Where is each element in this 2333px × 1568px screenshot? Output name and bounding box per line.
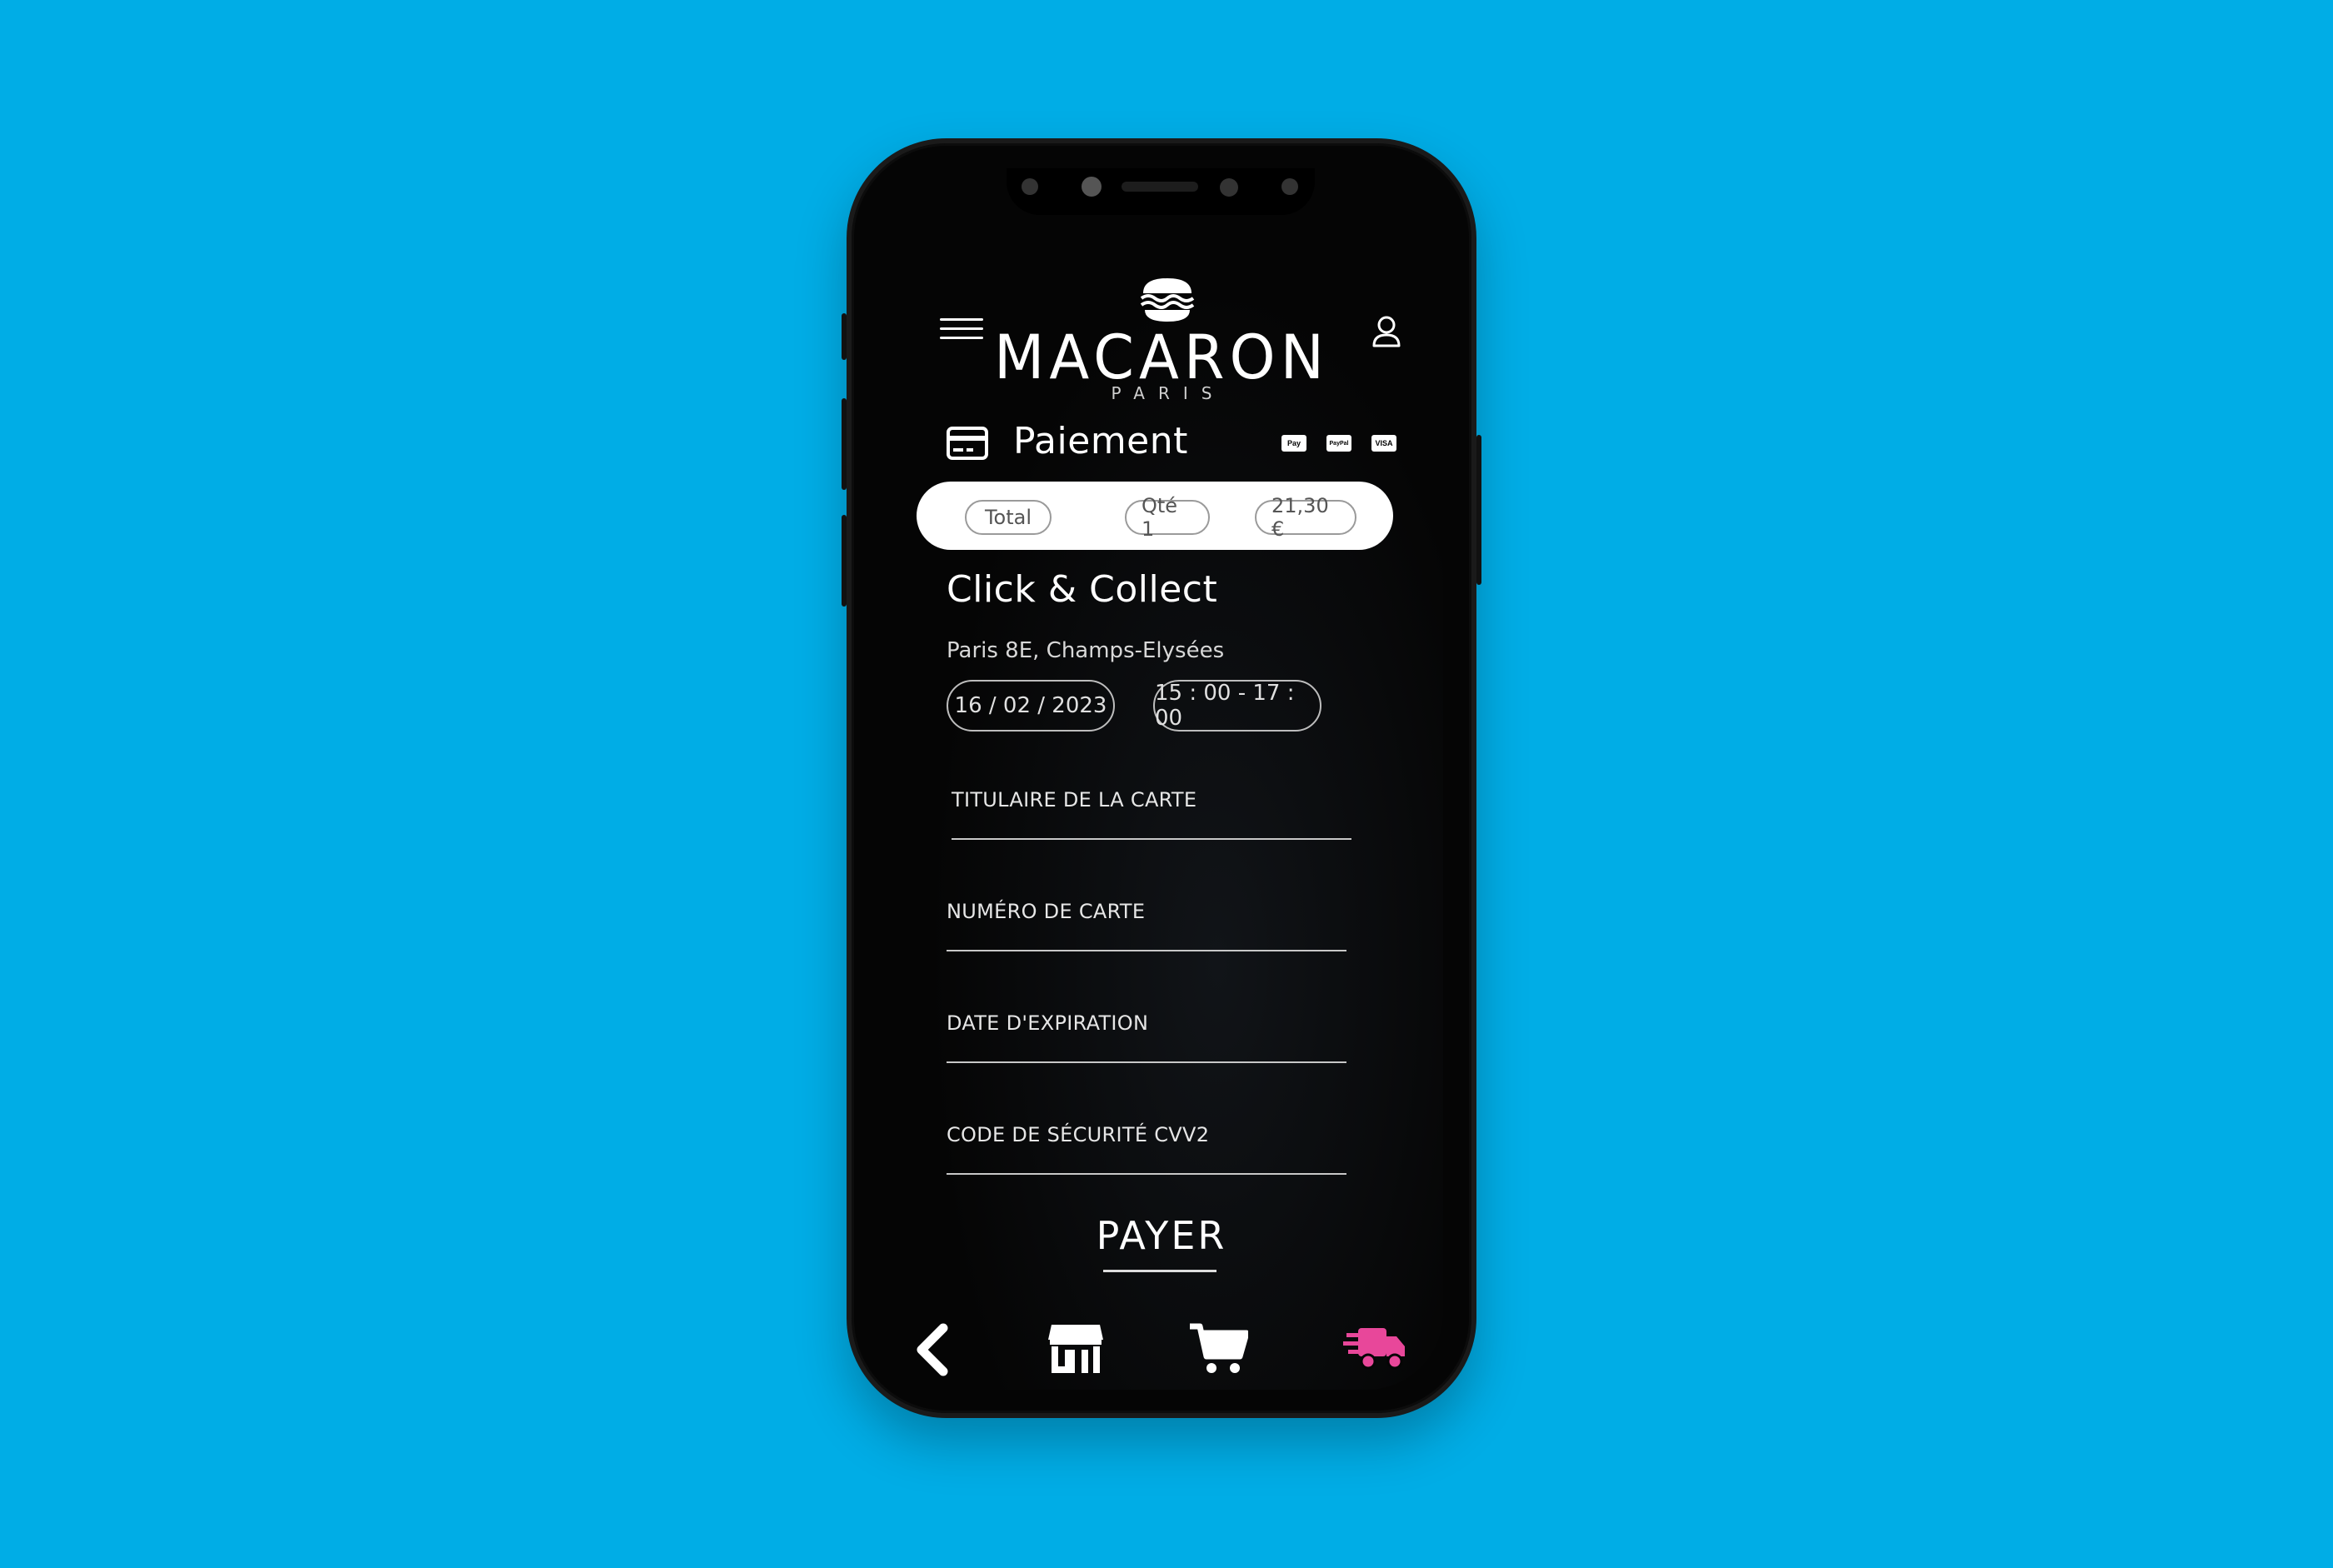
cardholder-input-line[interactable] <box>952 838 1351 840</box>
brand-subtitle: PARIS <box>1111 383 1226 403</box>
cardholder-label: TITULAIRE DE LA CARTE <box>952 788 1197 811</box>
phone-frame: MACARON PARIS Paiement Pay PayPal VISA T… <box>842 138 1481 1418</box>
click-collect-title: Click & Collect <box>947 568 1218 611</box>
card-number-input-line[interactable] <box>947 950 1346 951</box>
front-camera <box>1082 177 1102 197</box>
paypal-badge: PayPal <box>1326 435 1351 452</box>
notch <box>1007 168 1315 215</box>
user-account-icon[interactable] <box>1371 315 1401 348</box>
cart-icon[interactable] <box>1188 1321 1248 1375</box>
apple-pay-badge: Pay <box>1281 435 1306 452</box>
front-sensor-right <box>1220 178 1238 197</box>
silent-switch <box>842 313 847 360</box>
front-sensor-left <box>1022 178 1038 195</box>
pay-button[interactable]: PAYER <box>880 1213 1443 1258</box>
cardholder-field[interactable]: TITULAIRE DE LA CARTE <box>952 788 1351 840</box>
delivery-truck-icon[interactable] <box>1343 1323 1406 1373</box>
proximity-sensor <box>1281 178 1298 195</box>
earpiece-speaker <box>1122 182 1198 192</box>
card-number-field[interactable]: NUMÉRO DE CARTE <box>947 900 1346 951</box>
order-summary-bar: Total Qté 1 21,30 € <box>917 482 1393 550</box>
expiry-label: DATE D'EXPIRATION <box>947 1011 1149 1035</box>
quantity-pill: Qté 1 <box>1125 494 1210 541</box>
pickup-time-selector[interactable]: 15 : 00 - 17 : 00 <box>1153 680 1321 732</box>
expiry-input-line[interactable] <box>947 1061 1346 1063</box>
pay-button-underline <box>1103 1270 1216 1272</box>
payment-title: Paiement <box>1013 420 1188 462</box>
cvv-field[interactable]: CODE DE SÉCURITÉ CVV2 <box>947 1123 1346 1175</box>
cvv-label: CODE DE SÉCURITÉ CVV2 <box>947 1123 1210 1146</box>
cvv-input-line[interactable] <box>947 1173 1346 1175</box>
payment-header: Paiement Pay PayPal VISA <box>947 420 1396 470</box>
store-icon[interactable] <box>1047 1321 1105 1375</box>
app-screen: MACARON PARIS Paiement Pay PayPal VISA T… <box>880 168 1443 1390</box>
payment-methods: Pay PayPal VISA <box>1281 435 1396 452</box>
bottom-navigation <box>880 1318 1443 1385</box>
back-icon[interactable] <box>912 1323 953 1376</box>
visa-badge: VISA <box>1371 435 1396 452</box>
card-number-label: NUMÉRO DE CARTE <box>947 900 1146 923</box>
volume-up-button <box>842 398 847 490</box>
power-button <box>1476 435 1481 585</box>
total-label-pill: Total <box>965 500 1052 535</box>
macaron-logo-icon <box>1140 278 1195 322</box>
pickup-location: Paris 8E, Champs-Elysées <box>947 638 1225 663</box>
amount-pill: 21,30 € <box>1255 494 1356 541</box>
expiry-field[interactable]: DATE D'EXPIRATION <box>947 1011 1346 1063</box>
volume-down-button <box>842 515 847 607</box>
pickup-date-selector[interactable]: 16 / 02 / 2023 <box>947 680 1115 732</box>
credit-card-icon <box>947 427 988 460</box>
